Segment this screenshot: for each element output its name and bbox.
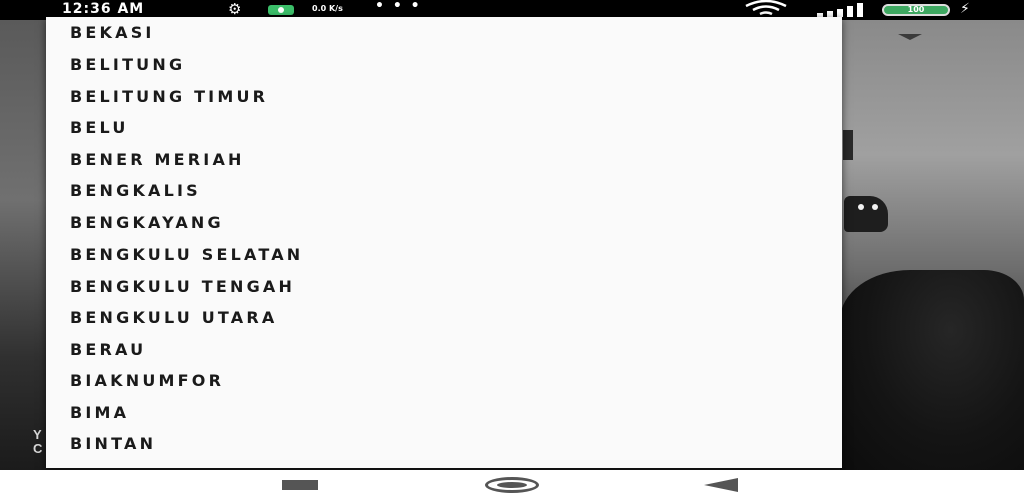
dropdown-option[interactable]: BEKASI [70,17,810,48]
dropdown-option[interactable]: BIMA [70,397,810,428]
battery-icon: 100 [882,4,950,16]
recent-apps-icon[interactable] [282,480,318,490]
navigation-bar [0,470,1024,500]
network-speed: 0.0 K/s [312,4,343,13]
dropdown-option[interactable]: BELITUNG TIMUR [70,81,810,112]
dropdown-option[interactable]: BENER MERIAH [70,144,810,175]
dropdown-option[interactable]: BIAKNUMFOR [70,365,810,396]
charging-icon: ⚡ [960,1,970,17]
partial-text-line-2: C [33,441,43,456]
settings-icon: ⚙ [228,0,242,18]
dropdown-option[interactable]: BENGKULU SELATAN [70,239,810,270]
more-notifications-icon: • • • [375,0,422,14]
partial-text-line-1: Y [33,427,42,442]
status-time: 12:36 AM [62,1,145,17]
chevron-down-icon[interactable] [898,34,922,40]
background-left-edge [0,20,46,470]
lamp-pole [843,130,853,160]
background-partial-text: Y C [33,428,42,456]
dropdown-option[interactable]: BELU [70,112,810,143]
dropdown-option[interactable]: BENGKULU UTARA [70,302,810,333]
dropdown-option[interactable]: BERAU [70,334,810,365]
dropdown-option[interactable]: BENGKULU TENGAH [70,271,810,302]
dropdown-list[interactable]: BEKASI BELITUNG BELITUNG TIMUR BELU BENE… [46,17,842,468]
dropdown-option[interactable]: BENGKALIS [70,175,810,206]
home-icon[interactable] [485,477,539,493]
street-lamp [844,196,888,232]
tree-silhouette [840,270,1024,470]
dropdown-option[interactable]: BINTAN [70,428,810,459]
dropdown-option[interactable]: BENGKAYANG [70,207,810,238]
app-notification-icon [268,5,294,15]
back-icon[interactable] [704,478,738,492]
dropdown-option[interactable]: BELITUNG [70,49,810,80]
